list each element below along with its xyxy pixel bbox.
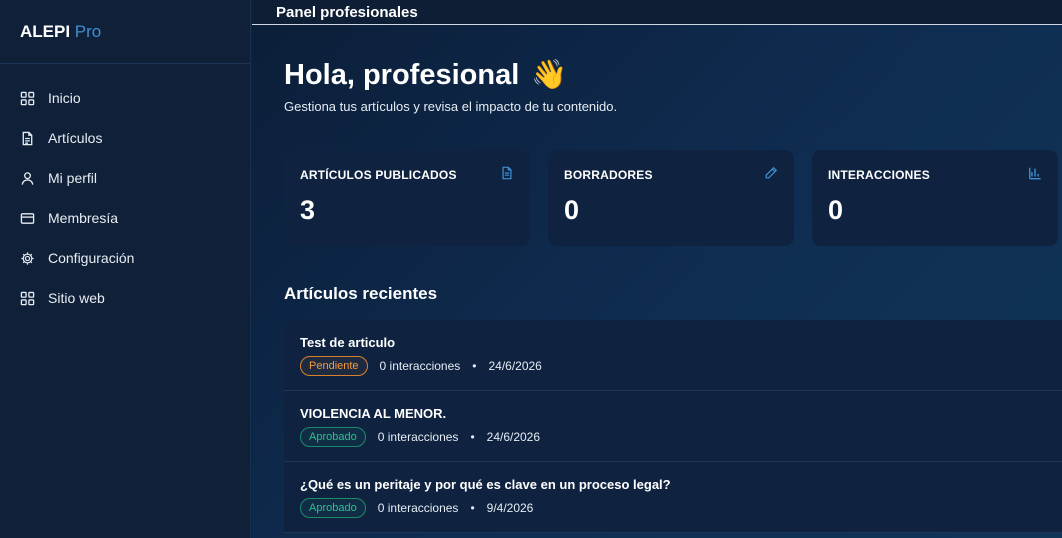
- article-date: 24/6/2026: [488, 359, 542, 373]
- gear-icon: [21, 251, 34, 265]
- document-icon: [22, 131, 33, 145]
- document-icon: [502, 166, 512, 180]
- list-item[interactable]: VIOLENCIA AL MENOR. Aprobado 0 interacci…: [284, 391, 1062, 462]
- recent-articles-title: Artículos recientes: [284, 284, 438, 303]
- stat-card-interactions: INTERACCIONES 0: [812, 150, 1058, 246]
- stats-row: ARTÍCULOS PUBLICADOS 3 BORRADORES 0 INTE…: [284, 150, 1058, 246]
- sidebar-item-label: Mi perfil: [48, 170, 98, 186]
- sidebar-item-configuracion[interactable]: Configuración: [0, 238, 250, 278]
- brand-name: ALEPI: [20, 22, 71, 41]
- interaction-count: 0 interacciones: [377, 430, 459, 444]
- stat-label: BORRADORES: [564, 168, 653, 182]
- credit-card-icon: [20, 212, 35, 224]
- waving-hand-icon: 👋: [531, 59, 568, 91]
- sidebar-item-articulos[interactable]: Artículos: [0, 118, 250, 158]
- article-title[interactable]: ¿Qué es un peritaje y por qué es clave e…: [300, 477, 1062, 492]
- greeting-subtitle: Gestiona tus artículos y revisa el impac…: [284, 99, 618, 114]
- sidebar-item-sitio-web[interactable]: Sitio web: [0, 278, 250, 318]
- article-meta: Pendiente 0 interacciones • 24/6/2026: [300, 356, 1062, 376]
- sidebar-item-label: Artículos: [48, 130, 103, 146]
- stat-label: INTERACCIONES: [828, 168, 930, 182]
- stat-value: 3: [300, 195, 316, 225]
- stat-value: 0: [564, 195, 580, 225]
- sidebar-item-label: Inicio: [48, 90, 81, 106]
- sidebar-item-label: Membresía: [48, 210, 119, 226]
- sidebar-nav: Inicio Artículos Mi perfil Membresía Con…: [0, 64, 250, 318]
- sidebar-item-label: Configuración: [48, 250, 135, 266]
- article-title[interactable]: Test de articulo: [300, 335, 1062, 350]
- sidebar-item-membresia[interactable]: Membresía: [0, 198, 250, 238]
- list-item[interactable]: Test de articulo Pendiente 0 interaccion…: [284, 320, 1062, 391]
- greeting-title: Hola, profesional 👋: [284, 58, 567, 92]
- status-badge: Pendiente: [300, 356, 368, 376]
- interaction-count: 0 interacciones: [379, 359, 461, 373]
- status-badge: Aprobado: [300, 498, 366, 518]
- bar-chart-icon: [1029, 167, 1041, 180]
- stat-value: 0: [828, 195, 844, 225]
- page-header: Panel profesionales: [252, 0, 1062, 25]
- sidebar-item-mi-perfil[interactable]: Mi perfil: [0, 158, 250, 198]
- stat-card-published: ARTÍCULOS PUBLICADOS 3: [284, 150, 530, 246]
- separator-dot: •: [470, 501, 475, 515]
- separator-dot: •: [472, 359, 477, 373]
- article-date: 24/6/2026: [486, 430, 541, 444]
- sidebar-item-label: Sitio web: [48, 290, 105, 306]
- page-header-title: Panel profesionales: [276, 4, 418, 21]
- stat-label: ARTÍCULOS PUBLICADOS: [300, 168, 457, 182]
- stat-card-drafts: BORRADORES 0: [548, 150, 794, 246]
- article-title[interactable]: VIOLENCIA AL MENOR.: [300, 406, 1062, 421]
- user-icon: [21, 171, 34, 185]
- pencil-icon: [765, 166, 778, 179]
- grid-icon: [20, 291, 35, 305]
- article-meta: Aprobado 0 interacciones • 9/4/2026: [300, 498, 1062, 518]
- article-date: 9/4/2026: [486, 501, 534, 515]
- sidebar-item-inicio[interactable]: Inicio: [0, 78, 250, 118]
- list-item[interactable]: ¿Qué es un peritaje y por qué es clave e…: [284, 462, 1062, 533]
- sidebar: ALEPI Pro Inicio Artículos Mi perfil Mem…: [0, 0, 251, 538]
- interaction-count: 0 interacciones: [377, 501, 459, 515]
- separator-dot: •: [470, 430, 475, 444]
- greeting-text: Hola, profesional: [284, 58, 520, 91]
- status-badge: Aprobado: [300, 427, 366, 447]
- article-meta: Aprobado 0 interacciones • 24/6/2026: [300, 427, 1062, 447]
- main-content: Panel profesionales Hola, profesional 👋 …: [252, 0, 1062, 538]
- grid-icon: [20, 91, 35, 105]
- brand-logo[interactable]: ALEPI Pro: [0, 0, 250, 64]
- recent-articles-list: Test de articulo Pendiente 0 interaccion…: [284, 320, 1062, 533]
- brand-suffix: Pro: [74, 22, 102, 41]
